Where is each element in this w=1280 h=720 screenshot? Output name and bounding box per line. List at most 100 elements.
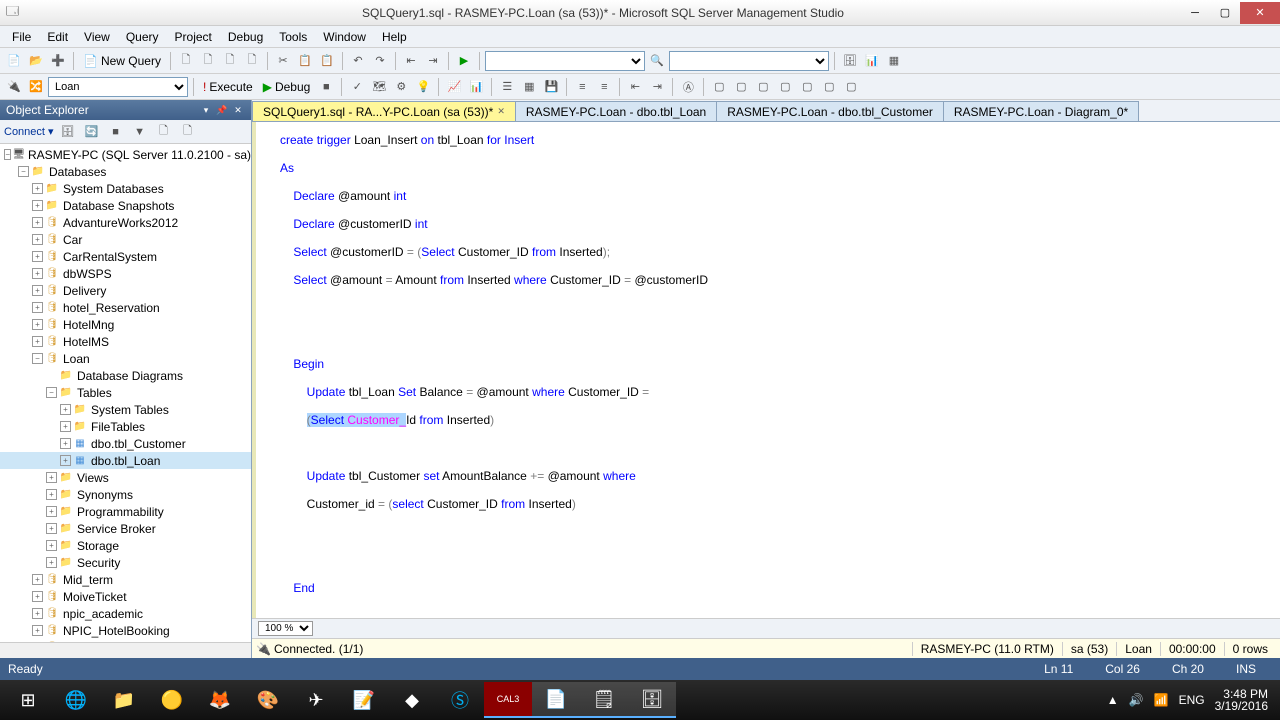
tab-diagram[interactable]: RASMEY-PC.Loan - Diagram_0* [943,101,1139,121]
database-combo[interactable]: Loan [48,77,188,97]
estimated-plan-icon[interactable]: 🗺 [369,77,389,97]
increase-indent-icon[interactable]: ⇥ [647,77,667,97]
tb-icon-2[interactable]: 🗋 [198,51,218,71]
comment-icon[interactable]: ≡ [572,77,592,97]
tb-misc-icon[interactable]: ▦ [884,51,904,71]
oe-icon-1[interactable]: 🗄 [58,122,78,142]
paste-icon[interactable]: 📋 [317,51,337,71]
tree-item[interactable]: +📁FileTables [0,418,251,435]
results-file-icon[interactable]: 💾 [541,77,561,97]
tree-item[interactable]: +▦dbo.tbl_Customer [0,435,251,452]
include-plan-icon[interactable]: 📈 [444,77,464,97]
oe-icon-2[interactable]: 🔄 [82,122,102,142]
taskbar-notepad-icon[interactable]: 📝 [340,682,388,718]
tree-item[interactable]: +📁Security [0,554,251,571]
tree-item[interactable]: +📁Programmability [0,503,251,520]
taskbar-firefox-icon[interactable]: 🦊 [196,682,244,718]
find-icon[interactable]: 🔍 [647,51,667,71]
menu-file[interactable]: File [4,28,39,46]
menu-debug[interactable]: Debug [220,28,271,46]
tree-item[interactable]: +🛢Delivery [0,282,251,299]
play-icon[interactable]: ▶ [454,51,474,71]
new-query-button[interactable]: 📄New Query [79,54,165,68]
tb-icon-1[interactable]: 🗋 [176,51,196,71]
panel-hscroll[interactable] [0,642,251,658]
panel-dropdown-icon[interactable]: ▾ [199,103,213,117]
panel-close-icon[interactable]: ✕ [231,103,245,117]
redo-icon[interactable]: ↷ [370,51,390,71]
maximize-button[interactable]: ▢ [1210,2,1240,24]
connect-icon[interactable]: 🔌 [4,77,24,97]
stop-icon[interactable]: ■ [316,77,336,97]
tb2-misc3[interactable]: ▢ [753,77,773,97]
menu-window[interactable]: Window [315,28,374,46]
tree-item[interactable]: +🛢CarRentalSystem [0,248,251,265]
taskbar-app-icon[interactable]: 🎨 [244,682,292,718]
tree-databases[interactable]: −📁Databases [0,163,251,180]
tree-item[interactable]: +🛢npic_academic [0,605,251,622]
tray-clock[interactable]: 3:48 PM 3/19/2016 [1215,688,1268,712]
tree-loan[interactable]: −🛢Loan [0,350,251,367]
tree-item[interactable]: +🛢HotelMng [0,316,251,333]
tree-item[interactable]: +📁Database Snapshots [0,197,251,214]
tree-item[interactable]: +📁System Databases [0,180,251,197]
taskbar-calendar-icon[interactable]: CAL3 [484,682,532,718]
solution-combo[interactable] [485,51,645,71]
menu-edit[interactable]: Edit [39,28,76,46]
tb2-misc2[interactable]: ▢ [731,77,751,97]
tab-tbl-customer[interactable]: RASMEY-PC.Loan - dbo.tbl_Customer [716,101,944,121]
nav-back-icon[interactable]: ⇤ [401,51,421,71]
tab-close-icon[interactable]: ✕ [497,106,505,117]
tb-icon-3[interactable]: 🗋 [220,51,240,71]
tree-item[interactable]: +📁Synonyms [0,486,251,503]
tb2-misc1[interactable]: ▢ [709,77,729,97]
taskbar-skype-icon[interactable]: Ⓢ [436,682,484,718]
specify-values-icon[interactable]: Ⓐ [678,77,698,97]
undo-icon[interactable]: ↶ [348,51,368,71]
decrease-indent-icon[interactable]: ⇤ [625,77,645,97]
tree-item[interactable]: +🛢HotelMS [0,333,251,350]
results-text-icon[interactable]: ☰ [497,77,517,97]
uncomment-icon[interactable]: ≡ [594,77,614,97]
panel-pin-icon[interactable]: 📌 [215,103,229,117]
tray-wifi-icon[interactable]: 📶 [1154,693,1169,707]
tray-lang[interactable]: ENG [1179,693,1205,707]
menu-view[interactable]: View [76,28,118,46]
tree-item[interactable]: +🛢Mid_term [0,571,251,588]
tree-item[interactable]: +📁Storage [0,537,251,554]
registered-servers-icon[interactable]: 🗄 [840,51,860,71]
taskbar-telegram-icon[interactable]: ✈ [292,682,340,718]
tree-item[interactable]: +🛢Car [0,231,251,248]
cut-icon[interactable]: ✂ [273,51,293,71]
tab-tbl-loan[interactable]: RASMEY-PC.Loan - dbo.tbl_Loan [515,101,717,121]
connect-dropdown[interactable]: Connect ▾ [4,125,54,138]
tray-up-icon[interactable]: ▲ [1107,693,1119,707]
tree-item[interactable]: +📁Service Broker [0,520,251,537]
change-connection-icon[interactable]: 🔀 [26,77,46,97]
open-icon[interactable]: 📂 [26,51,46,71]
tb-icon-4[interactable]: 🗋 [242,51,262,71]
tree-item[interactable]: +🛢MoiveTicket [0,588,251,605]
tree-item[interactable]: +🛢dbWSPS [0,265,251,282]
system-tray[interactable]: ▲ 🔊 📶 ENG 3:48 PM 3/19/2016 [1099,688,1276,712]
query-options-icon[interactable]: ⚙ [391,77,411,97]
tree-item[interactable]: +📁Views [0,469,251,486]
find-combo[interactable] [669,51,829,71]
taskbar-app2-icon[interactable]: ◆ [388,682,436,718]
tb2-misc7[interactable]: ▢ [841,77,861,97]
tb2-misc6[interactable]: ▢ [819,77,839,97]
taskbar-app4-icon[interactable]: 🗒 [580,682,628,718]
menu-project[interactable]: Project [167,28,220,46]
tree-server[interactable]: −🖥RASMEY-PC (SQL Server 11.0.2100 - sa) [0,146,251,163]
tree-tables[interactable]: −📁Tables [0,384,251,401]
tray-network-icon[interactable]: 🔊 [1129,693,1144,707]
oe-icon-3[interactable]: ■ [106,122,126,142]
tab-sqlquery[interactable]: SQLQuery1.sql - RA...Y-PC.Loan (sa (53))… [252,101,516,121]
taskbar-app3-icon[interactable]: 📄 [532,682,580,718]
include-stats-icon[interactable]: 📊 [466,77,486,97]
taskbar-ssms-icon[interactable]: 🗄 [628,682,676,718]
menu-query[interactable]: Query [118,28,167,46]
taskbar-explorer-icon[interactable]: 📁 [100,682,148,718]
menu-tools[interactable]: Tools [271,28,315,46]
intellisense-icon[interactable]: 💡 [413,77,433,97]
